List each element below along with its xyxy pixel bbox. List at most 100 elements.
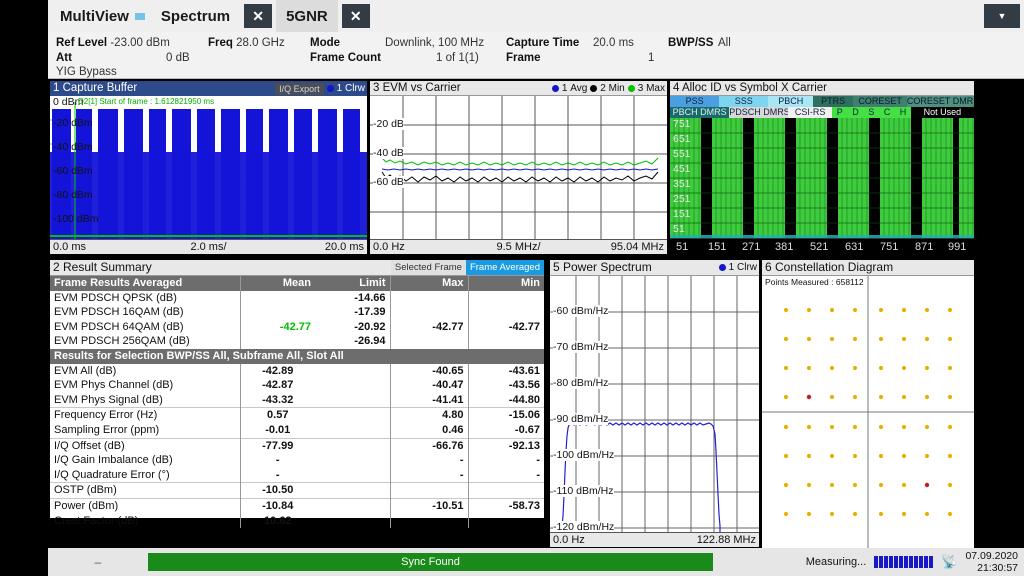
- window-alloc-id[interactable]: 4 Alloc ID vs Symbol X Carrier PSS SSS P…: [669, 80, 975, 255]
- col-mean: Mean: [240, 276, 315, 291]
- table-row[interactable]: EVM All (dB) -42.89 -40.65 -43.61: [50, 364, 544, 379]
- table-row[interactable]: I/Q Offset (dB) -77.99 -66.76 -92.13: [50, 438, 544, 453]
- evm-title: 3 EVM vs Carrier: [373, 81, 461, 96]
- analyzer-screen: MultiView Spectrum ✕ 5GNR ✕ ▼ Ref Level …: [0, 0, 1024, 576]
- table-row[interactable]: I/Q Quadrature Error (°) - - -: [50, 468, 544, 483]
- table-row[interactable]: EVM Phys Channel (dB) -42.87 -40.47 -43.…: [50, 378, 544, 393]
- titlebar-menu-button[interactable]: ▼: [984, 4, 1020, 28]
- frame-label: Frame: [506, 52, 541, 64]
- cb-x-right: 20.0 ms: [325, 240, 364, 255]
- status-left-spacer: –: [48, 555, 148, 569]
- bwp-ss-label: BWP/SS: [668, 37, 713, 49]
- col-frame-results: Frame Results Averaged: [50, 276, 240, 291]
- table-row[interactable]: Power (dBm) -10.84 -10.51 -58.73: [50, 498, 544, 513]
- alloc-legend: PSS SSS PBCH PTRS CORESET CORESET DMRS P…: [670, 96, 974, 118]
- tab-spectrum[interactable]: Spectrum: [151, 0, 240, 32]
- result-summary-header: 2 Result Summary Selected Frame Frame Av…: [50, 260, 544, 276]
- row-label: EVM All (dB): [50, 364, 240, 379]
- ref-level-label: Ref Level: [56, 37, 107, 49]
- row-min: -58.73: [468, 498, 544, 513]
- evm-legend-3: 3 Max: [638, 83, 665, 94]
- status-date: 07.09.2020: [965, 550, 1018, 562]
- alloc-x-8: 991: [948, 239, 966, 255]
- capture-time-label: Capture Time: [506, 37, 579, 49]
- row-min: -: [468, 468, 544, 483]
- selected-frame-option[interactable]: Selected Frame: [391, 260, 466, 275]
- table-row[interactable]: I/Q Gain Imbalance (dB) - - -: [50, 453, 544, 468]
- att-label: Att: [56, 52, 72, 64]
- power-spectrum-header: 5 Power Spectrum 1 Clrw: [550, 260, 759, 276]
- group2-title: Results for Selection BWP/SS All, Subfra…: [50, 349, 544, 364]
- legend-p: P: [832, 107, 848, 118]
- points-measured-label: Points Measured : 658112: [765, 277, 864, 287]
- att-value-wrap[interactable]: 0 dB: [166, 52, 190, 64]
- row-label: EVM Phys Signal (dB): [50, 393, 240, 408]
- multiview-indicator-icon: [135, 13, 145, 20]
- tab-5gnr[interactable]: 5GNR: [276, 0, 338, 32]
- table-row[interactable]: EVM PDSCH QPSK (dB) -14.66: [50, 291, 544, 306]
- row-min: -43.61: [468, 364, 544, 379]
- capture-time-value-wrap[interactable]: 20.0 ms: [593, 37, 634, 49]
- trace1-dot-icon: [327, 85, 334, 92]
- table-row[interactable]: Crest Factor (dB) 10.62: [50, 514, 544, 529]
- row-spacer: [315, 514, 390, 529]
- evm-ylabel-0: -20 dB: [373, 118, 404, 130]
- table-row[interactable]: EVM PDSCH 64QAM (dB) -42.77 -20.92 -42.7…: [50, 320, 544, 335]
- evm-x-right: 95.04 MHz: [611, 240, 664, 255]
- row-max: -41.41: [390, 393, 468, 408]
- table-row[interactable]: EVM Phys Signal (dB) -43.32 -41.41 -44.8…: [50, 393, 544, 408]
- iq-export-button[interactable]: I/Q Export: [275, 83, 324, 95]
- alloc-plot[interactable]: 751 651 551 451 351 251 151 51: [670, 118, 974, 240]
- mode-label-wrap: Mode: [310, 37, 340, 49]
- alloc-x-2: 271: [742, 239, 760, 255]
- cb-x-left: 0.0 ms: [53, 240, 86, 255]
- bwp-ss-value-wrap[interactable]: All: [718, 37, 731, 49]
- table-row[interactable]: EVM PDSCH 256QAM (dB) -26.94: [50, 334, 544, 349]
- window-constellation[interactable]: 6 Constellation Diagram: [761, 259, 975, 548]
- freq-field[interactable]: Freq 28.0 GHz: [208, 37, 285, 49]
- status-dash-icon: –: [95, 555, 102, 569]
- mode-value-wrap[interactable]: Downlink, 100 MHz: [385, 37, 484, 49]
- table-row[interactable]: Frequency Error (Hz) 0.57 4.80 -15.06: [50, 408, 544, 423]
- power-spectrum-plot[interactable]: -60 dBm/Hz -70 dBm/Hz -80 dBm/Hz -90 dBm…: [550, 276, 759, 532]
- capture-buffer-header: 1 Capture Buffer I/Q Export 1 Clrw: [50, 81, 367, 96]
- window-evm-vs-carrier[interactable]: 3 EVM vs Carrier 1 Avg 2 Min 3 Max: [369, 80, 668, 255]
- row-spacer: [315, 364, 390, 379]
- yig-bypass-label: YIG Bypass: [56, 66, 117, 78]
- alloc-svg: [670, 118, 974, 240]
- frame-averaged-option[interactable]: Frame Averaged: [466, 260, 544, 275]
- alloc-ylabel-6: 151: [673, 208, 691, 220]
- att-value: 0 dB: [166, 52, 190, 64]
- row-label: EVM PDSCH QPSK (dB): [50, 291, 240, 306]
- parameter-header: Ref Level -23.00 dBm Att 0 dB YIG Bypass…: [48, 32, 1024, 79]
- multiview-button[interactable]: MultiView: [48, 8, 151, 25]
- ref-level-field[interactable]: Ref Level -23.00 dBm: [56, 37, 170, 49]
- measuring-label: Measuring...: [806, 556, 867, 568]
- close-5gnr-icon[interactable]: ✕: [342, 4, 370, 28]
- legend-sss: SSS: [719, 96, 768, 107]
- row-max: -10.51: [390, 498, 468, 513]
- row-label: Crest Factor (dB): [50, 514, 240, 529]
- row-label: I/Q Offset (dB): [50, 438, 240, 453]
- table-row[interactable]: EVM PDSCH 16QAM (dB) -17.39: [50, 305, 544, 320]
- chevron-down-icon: ▼: [998, 11, 1007, 21]
- frame-value-wrap[interactable]: 1: [648, 52, 654, 64]
- frame-mode-toggle[interactable]: Selected Frame Frame Averaged: [391, 260, 544, 275]
- close-spectrum-icon[interactable]: ✕: [244, 4, 272, 28]
- window-capture-buffer[interactable]: 1 Capture Buffer I/Q Export 1 Clrw: [49, 80, 368, 255]
- title-bar: MultiView Spectrum ✕ 5GNR ✕ ▼: [48, 0, 1024, 32]
- window-result-summary[interactable]: 2 Result Summary Selected Frame Frame Av…: [49, 259, 545, 519]
- row-label: Frequency Error (Hz): [50, 408, 240, 423]
- ps-x-right: 122.88 MHz: [697, 533, 756, 548]
- table-row[interactable]: OSTP (dBm) -10.50: [50, 483, 544, 499]
- legend-c: C: [879, 107, 895, 118]
- constellation-plot[interactable]: Points Measured : 658112: [762, 276, 974, 548]
- row-max: [390, 305, 468, 320]
- table-row[interactable]: Sampling Error (ppm) -0.01 0.46 -0.67: [50, 423, 544, 438]
- capture-buffer-plot[interactable]: 0 dBm -20 dBm -40 dBm -60 dBm -80 dBm -1…: [50, 96, 367, 240]
- row-mean: -42.87: [240, 378, 315, 393]
- evm-plot[interactable]: -20 dB -40 dB -60 dB: [370, 96, 667, 240]
- evm-trace3-dot-icon: [628, 85, 635, 92]
- window-power-spectrum[interactable]: 5 Power Spectrum 1 Clrw: [549, 259, 760, 548]
- col-min: Min: [468, 276, 544, 291]
